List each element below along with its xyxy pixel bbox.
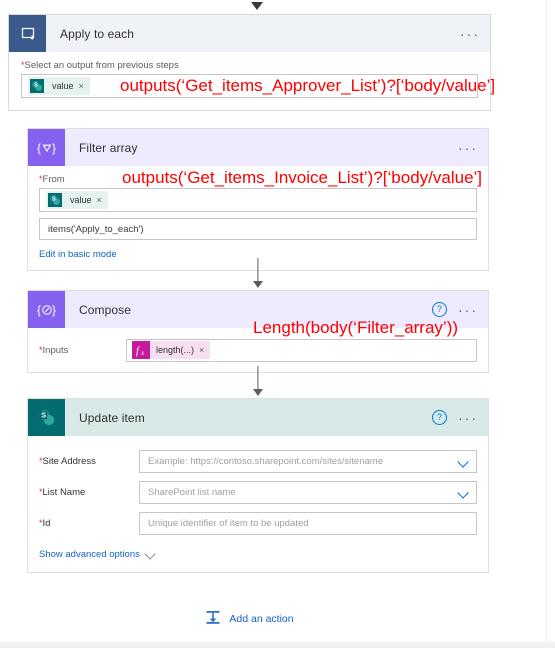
filter-array-header-actions: ··· xyxy=(456,129,480,166)
form-row-id: *Id Unique identifier of item to be upda… xyxy=(39,508,477,539)
page-bottom-edge xyxy=(0,642,555,648)
chevron-down-icon[interactable] xyxy=(458,456,470,468)
show-advanced-options-link[interactable]: Show advanced options xyxy=(39,548,477,560)
update-item-card[interactable]: S Update item ? ··· *Site Address Exampl… xyxy=(27,398,489,573)
compose-inputs-input[interactable]: f x length(...) × xyxy=(126,338,477,362)
apply-to-each-header-actions: ··· xyxy=(458,15,482,52)
apply-to-each-card[interactable]: Apply to each ··· *Select an output from… xyxy=(8,14,491,625)
form-row-site-address: *Site Address Example: https://contoso.s… xyxy=(39,446,477,477)
from-value-token-chip[interactable]: S value × xyxy=(46,191,108,209)
from-input[interactable]: S value × xyxy=(39,188,477,212)
inputs-label: *Inputs xyxy=(39,345,126,356)
from-value-token-label: value xyxy=(70,195,92,205)
add-an-action-button[interactable]: Add an action xyxy=(9,609,490,628)
compose-more-button[interactable]: ··· xyxy=(456,303,480,317)
select-output-label-text: Select an output from previous steps xyxy=(24,60,179,71)
filter-expression-input[interactable]: items('Apply_to_each') xyxy=(39,218,477,240)
site-address-field[interactable]: Example: https://contoso.sharepoint.com/… xyxy=(139,450,477,473)
connector-filter-to-compose xyxy=(250,258,266,288)
value-token-chip[interactable]: S value × xyxy=(28,77,90,95)
apply-to-each-header[interactable]: Apply to each ··· xyxy=(9,15,490,52)
inputs-label-text: Inputs xyxy=(42,344,69,356)
help-icon[interactable]: ? xyxy=(432,410,447,425)
list-name-placeholder: SharePoint list name xyxy=(148,487,236,498)
filter-array-header[interactable]: { } Filter array ··· xyxy=(28,129,488,166)
update-item-body: *Site Address Example: https://contoso.s… xyxy=(28,436,488,572)
id-placeholder: Unique identifier of item to be updated xyxy=(148,518,309,529)
sharepoint-icon: S xyxy=(28,77,46,95)
filter-array-title: Filter array xyxy=(79,140,138,155)
flow-designer-canvas: Apply to each ··· *Select an output from… xyxy=(0,0,555,648)
update-item-more-button[interactable]: ··· xyxy=(456,411,480,425)
svg-text:S: S xyxy=(41,412,46,419)
edit-in-basic-mode-link[interactable]: Edit in basic mode xyxy=(39,249,117,260)
list-name-field[interactable]: SharePoint list name xyxy=(139,481,477,504)
annotation-length-expression: Length(body(‘Filter_array’)) xyxy=(253,318,458,338)
update-item-header-actions: ? ··· xyxy=(432,399,480,436)
svg-text:x: x xyxy=(140,349,145,357)
annotation-length-expression-text: Length(body(‘Filter_array’)) xyxy=(253,318,459,337)
length-function-token-chip[interactable]: f x length(...) × xyxy=(132,341,211,359)
svg-text:}: } xyxy=(52,303,56,317)
site-address-label: *Site Address xyxy=(39,456,139,467)
apply-to-each-more-button[interactable]: ··· xyxy=(458,27,482,41)
show-advanced-options-label: Show advanced options xyxy=(39,548,140,560)
site-address-placeholder: Example: https://contoso.sharepoint.com/… xyxy=(148,456,383,467)
select-output-label: *Select an output from previous steps xyxy=(21,60,478,71)
svg-text:{: { xyxy=(37,141,41,155)
svg-text:{: { xyxy=(37,303,41,317)
value-token-label: value xyxy=(52,81,74,91)
help-icon[interactable]: ? xyxy=(432,302,447,317)
update-item-header[interactable]: S Update item ? ··· xyxy=(28,399,488,436)
add-an-action-label: Add an action xyxy=(229,612,294,625)
svg-text:}: } xyxy=(52,141,56,155)
list-name-label-text: List Name xyxy=(42,487,86,498)
apply-to-each-title: Apply to each xyxy=(60,26,135,41)
length-function-token-remove-icon[interactable]: × xyxy=(199,345,210,355)
page-right-edge xyxy=(546,0,555,648)
apply-to-each-loop-icon xyxy=(9,15,46,52)
svg-text:S: S xyxy=(34,83,38,89)
filter-array-more-button[interactable]: ··· xyxy=(456,141,480,155)
svg-text:S: S xyxy=(52,197,56,203)
collapse-chevron-icon[interactable] xyxy=(251,2,263,10)
filter-array-card[interactable]: { } Filter array ··· *From S value × ite… xyxy=(27,128,489,271)
connector-compose-to-update xyxy=(250,366,266,396)
annotation-invoice-list-text: outputs(‘Get_items_Invoice_List’)?[‘body… xyxy=(122,168,483,187)
add-action-icon xyxy=(205,609,221,628)
update-item-title: Update item xyxy=(79,410,145,425)
chevron-down-icon[interactable] xyxy=(458,487,470,499)
site-address-label-text: Site Address xyxy=(42,456,96,467)
id-field[interactable]: Unique identifier of item to be updated xyxy=(139,512,477,535)
from-value-token-remove-icon[interactable]: × xyxy=(97,195,108,205)
compose-icon: { } xyxy=(28,291,65,328)
function-fx-icon: f x xyxy=(132,341,150,359)
form-row-list-name: *List Name SharePoint list name xyxy=(39,477,477,508)
svg-text:f: f xyxy=(136,346,140,357)
chevron-down-icon[interactable] xyxy=(145,548,157,560)
compose-title: Compose xyxy=(79,302,132,317)
annotation-invoice-list: outputs(‘Get_items_Invoice_List’)?[‘body… xyxy=(122,168,482,188)
length-function-token-label: length(...) xyxy=(156,345,195,355)
from-label-text: From xyxy=(42,174,65,185)
id-label: *Id xyxy=(39,518,139,529)
value-token-remove-icon[interactable]: × xyxy=(79,81,90,91)
sharepoint-icon: S xyxy=(46,191,64,209)
filter-array-icon: { } xyxy=(28,129,65,166)
id-label-text: Id xyxy=(42,518,51,529)
sharepoint-icon: S xyxy=(28,399,65,436)
annotation-approver-list: outputs(‘Get_items_Approver_List’)?[‘bod… xyxy=(120,76,495,96)
list-name-label: *List Name xyxy=(39,487,139,498)
annotation-approver-list-text: outputs(‘Get_items_Approver_List’)?[‘bod… xyxy=(120,76,496,95)
